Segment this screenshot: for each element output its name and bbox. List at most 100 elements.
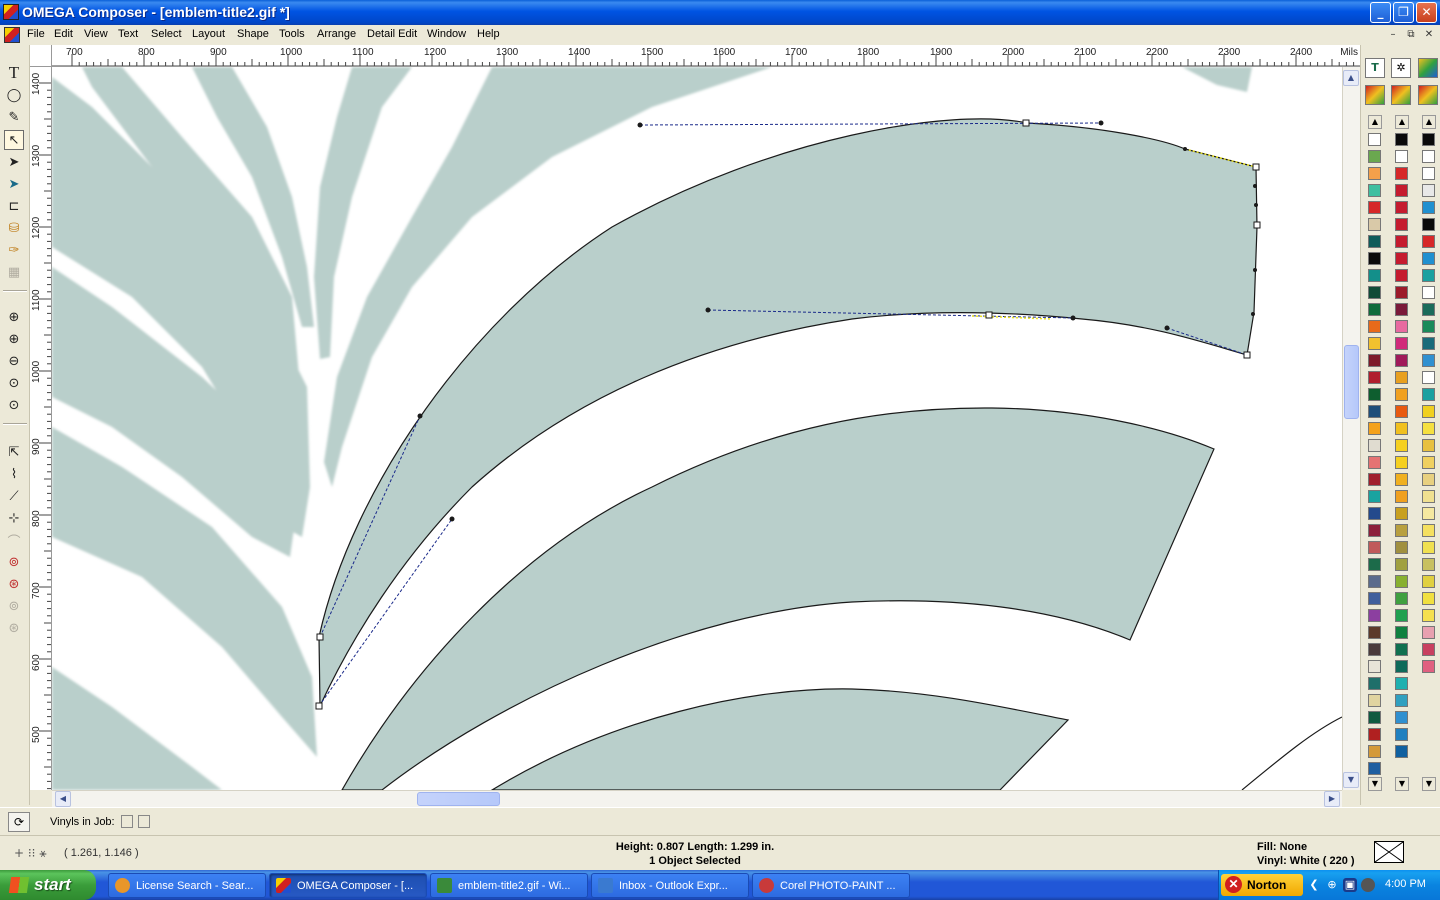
color-swatch[interactable] (1422, 303, 1435, 316)
color-swatch[interactable] (1422, 184, 1435, 197)
color-swatch[interactable] (1422, 507, 1435, 520)
color-swatch[interactable] (1422, 541, 1435, 554)
palette-column[interactable] (1367, 133, 1383, 808)
menu-file[interactable]: File (27, 28, 45, 40)
color-swatch[interactable] (1395, 541, 1408, 554)
palette-scroll-down-icon[interactable]: ▼ (1395, 777, 1409, 791)
color-swatch[interactable] (1395, 201, 1408, 214)
display-icon[interactable]: ▣ (1343, 878, 1357, 892)
color-swatch[interactable] (1422, 337, 1435, 350)
color-swatch[interactable] (1422, 490, 1435, 503)
ruler-corner[interactable] (30, 45, 52, 67)
menu-select[interactable]: Select (151, 28, 182, 40)
color-swatch[interactable] (1368, 609, 1381, 622)
color-swatch[interactable] (1368, 677, 1381, 690)
fill-swatch-none-icon[interactable] (1374, 841, 1404, 863)
color-swatch[interactable] (1395, 167, 1408, 180)
color-swatch[interactable] (1368, 354, 1381, 367)
menu-detail-edit[interactable]: Detail Edit (367, 28, 417, 40)
color-swatch[interactable] (1368, 167, 1381, 180)
color-swatch[interactable] (1422, 456, 1435, 469)
color-swatch[interactable] (1395, 422, 1408, 435)
color-swatch[interactable] (1395, 320, 1408, 333)
color-swatch[interactable] (1368, 218, 1381, 231)
palette-scroll-down-icon[interactable]: ▼ (1368, 777, 1382, 791)
start-button[interactable]: start (0, 870, 96, 900)
color-swatch[interactable] (1368, 320, 1381, 333)
color-swatch[interactable] (1368, 541, 1381, 554)
color-swatch[interactable] (1368, 745, 1381, 758)
color-swatch[interactable] (1422, 643, 1435, 656)
color-swatch[interactable] (1368, 473, 1381, 486)
artwork[interactable] (52, 67, 1342, 790)
scroll-down-arrow-icon[interactable]: ▼ (1343, 772, 1359, 788)
color-swatch[interactable] (1368, 422, 1381, 435)
color-swatch[interactable] (1368, 762, 1381, 775)
refresh-icon[interactable]: ⟳ (8, 812, 30, 832)
color-swatch[interactable] (1422, 575, 1435, 588)
color-swatch[interactable] (1422, 405, 1435, 418)
palette-column[interactable] (1421, 133, 1437, 808)
color-swatch[interactable] (1422, 626, 1435, 639)
menu-view[interactable]: View (84, 28, 108, 40)
mdi-minimize-button[interactable]: – (1386, 28, 1400, 42)
color-swatch[interactable] (1395, 745, 1408, 758)
color-swatch[interactable] (1368, 694, 1381, 707)
menu-tools[interactable]: Tools (279, 28, 305, 40)
taskbar-item-image-viewer[interactable]: emblem-title2.gif - Wi... (430, 873, 588, 898)
outline-icon[interactable]: ⊛ (4, 618, 24, 638)
color-swatch[interactable] (1368, 660, 1381, 673)
color-swatch[interactable] (1395, 507, 1408, 520)
color-swatch[interactable] (1395, 524, 1408, 537)
zoom-in-icon[interactable]: ⊕ (4, 307, 24, 327)
color-swatch[interactable] (1395, 388, 1408, 401)
color-swatch[interactable] (1395, 677, 1408, 690)
palette-scroll-up-icon[interactable]: ▲ (1395, 115, 1409, 129)
document-icon[interactable] (4, 27, 20, 43)
menu-arrange[interactable]: Arrange (317, 28, 356, 40)
color-swatch[interactable] (1395, 609, 1408, 622)
color-swatch[interactable] (1395, 133, 1408, 146)
omega-app-icon[interactable] (3, 4, 19, 20)
color-swatch[interactable] (1422, 388, 1435, 401)
color-swatch[interactable] (1395, 643, 1408, 656)
color-swatch[interactable] (1395, 439, 1408, 452)
node-break-icon[interactable]: ⊹ (4, 508, 24, 528)
mdi-close-button[interactable]: ✕ (1422, 28, 1436, 42)
color-swatch[interactable] (1422, 473, 1435, 486)
color-swatch[interactable] (1368, 456, 1381, 469)
node-select-icon[interactable]: ⇱ (4, 442, 24, 462)
color-swatch[interactable] (1368, 405, 1381, 418)
mdi-restore-button[interactable]: ⧉ (1404, 28, 1418, 42)
vinyl-swatch[interactable] (121, 815, 133, 828)
color-swatch[interactable] (1422, 167, 1435, 180)
eyedropper-icon[interactable]: ✑ (4, 240, 24, 260)
text-tool-icon[interactable]: T (4, 63, 24, 83)
taskbar-item-license-search[interactable]: License Search - Sear... (108, 873, 266, 898)
color-swatch[interactable] (1422, 252, 1435, 265)
scroll-right-arrow-icon[interactable]: ▶ (1324, 791, 1340, 807)
ellipse-tool-icon[interactable]: ◯ (4, 85, 24, 105)
select-arrow-icon[interactable]: ➤ (4, 152, 24, 172)
palette-scroll-up-icon[interactable]: ▲ (1368, 115, 1382, 129)
color-swatch[interactable] (1395, 473, 1408, 486)
color-swatch[interactable] (1368, 286, 1381, 299)
maximize-button[interactable]: ❐ (1393, 2, 1414, 23)
vertical-ruler[interactable]: 1400 1300 1200 1100 1000 900 800 700 600… (30, 67, 52, 790)
color-swatch[interactable] (1422, 660, 1435, 673)
color-swatch[interactable] (1395, 286, 1408, 299)
color-swatch[interactable] (1395, 711, 1408, 724)
color-swatch[interactable] (1395, 303, 1408, 316)
color-swatch[interactable] (1368, 507, 1381, 520)
norton-button[interactable]: ✕ Norton (1221, 874, 1303, 896)
drawing-canvas[interactable] (52, 67, 1342, 790)
color-swatch[interactable] (1395, 558, 1408, 571)
color-swatch[interactable] (1368, 711, 1381, 724)
horizontal-ruler[interactable]: 700 800 900 1000 1100 1200 1300 1400 150… (52, 45, 1360, 67)
color-swatch[interactable] (1395, 269, 1408, 282)
color-swatch[interactable] (1422, 286, 1435, 299)
text-color-icon[interactable]: T (1365, 58, 1385, 78)
palette-scroll-down-icon[interactable]: ▼ (1422, 777, 1436, 791)
color-swatch[interactable] (1422, 320, 1435, 333)
tray-chevron-icon[interactable]: ❮ (1307, 878, 1321, 892)
